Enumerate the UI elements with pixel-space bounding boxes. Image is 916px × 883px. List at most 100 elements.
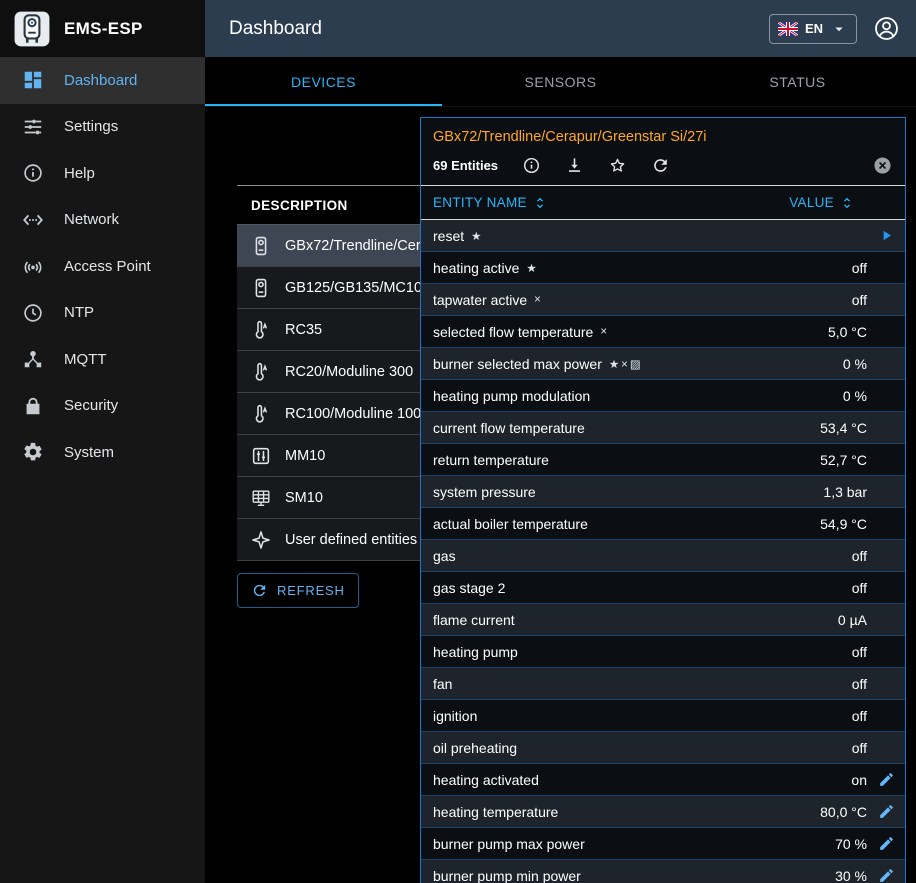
entity-name: heating active <box>433 260 519 276</box>
edit-icon[interactable] <box>867 867 905 883</box>
entity-value: 80,0 °C <box>820 804 867 820</box>
entity-row: actual boiler temperature 54,9 °C <box>421 508 905 540</box>
refresh-button[interactable]: REFRESH <box>237 573 359 608</box>
gear-icon <box>22 441 44 463</box>
download-icon[interactable] <box>565 156 584 175</box>
entity-name: current flow temperature <box>433 420 585 436</box>
entity-value: 1,3 bar <box>823 484 867 500</box>
sidebar-item-network[interactable]: Network <box>0 197 205 244</box>
entity-row: heating activated on <box>421 764 905 796</box>
entity-rows: reset ★ heating active ★ off <box>421 220 905 883</box>
main-area: Dashboard EN DEVICES SENSORS STATUS <box>205 0 916 883</box>
mixer-icon <box>250 445 272 467</box>
entity-name: burner pump min power <box>433 868 581 883</box>
entity-value: off <box>852 548 867 564</box>
value-column-label: VALUE <box>789 195 834 210</box>
app-logo-row: EMS-ESP <box>0 0 205 57</box>
entity-table-header: ENTITY NAME VALUE <box>421 185 905 220</box>
dashboard-icon <box>22 69 44 91</box>
info-icon[interactable] <box>522 156 541 175</box>
sidebar-item-settings[interactable]: Settings <box>0 104 205 151</box>
entity-name: burner selected max power <box>433 356 602 372</box>
tab-label: STATUS <box>769 74 825 90</box>
tab-label: SENSORS <box>525 74 597 90</box>
sidebar-item-label: Access Point <box>64 258 151 275</box>
sidebar-item-help[interactable]: Help <box>0 150 205 197</box>
device-name: RC100/Moduline 1000 <box>285 406 429 422</box>
language-select-button[interactable]: EN <box>769 14 857 44</box>
wifi-tethering-icon <box>22 255 44 277</box>
entity-flags: ★ <box>471 229 483 243</box>
sidebar-item-label: Help <box>64 165 95 182</box>
appbar: Dashboard EN <box>205 0 916 57</box>
tab-status[interactable]: STATUS <box>679 57 916 106</box>
entity-value: 70 % <box>835 836 867 852</box>
entity-value: off <box>852 260 867 276</box>
entity-name: gas <box>433 548 456 564</box>
entity-value: 0 % <box>843 388 867 404</box>
sidebar-item-system[interactable]: System <box>0 429 205 476</box>
tabbar: DEVICES SENSORS STATUS <box>205 57 916 107</box>
entity-name: heating pump <box>433 644 518 660</box>
sort-icon <box>839 195 855 211</box>
device-hub-icon <box>22 348 44 370</box>
entity-value: off <box>852 740 867 756</box>
sidebar-item-ntp[interactable]: NTP <box>0 290 205 337</box>
tune-icon <box>22 116 44 138</box>
entity-row: heating active ★ off <box>421 252 905 284</box>
edit-icon[interactable] <box>867 771 905 788</box>
refresh-icon <box>251 582 268 599</box>
content-area: DESCRIPTION GBx72/Trendline/Cerapur/Gree… <box>205 107 916 883</box>
sort-icon <box>532 195 548 211</box>
sidebar-item-mqtt[interactable]: MQTT <box>0 336 205 383</box>
sidebar-item-label: Settings <box>64 118 118 135</box>
custom-entities-icon <box>250 529 272 551</box>
entity-flags: × <box>534 294 543 306</box>
entity-row: current flow temperature 53,4 °C <box>421 412 905 444</box>
entity-row: ignition off <box>421 700 905 732</box>
tab-sensors[interactable]: SENSORS <box>442 57 679 106</box>
entity-name: reset <box>433 228 464 244</box>
device-name: MM10 <box>285 448 325 464</box>
entity-name: actual boiler temperature <box>433 516 588 532</box>
entity-value: 5,0 °C <box>828 324 867 340</box>
sort-by-value[interactable]: VALUE <box>789 195 855 211</box>
sidebar-item-label: NTP <box>64 304 94 321</box>
entity-value: off <box>852 580 867 596</box>
solar-panel-icon <box>250 487 272 509</box>
tab-label: DEVICES <box>291 74 356 90</box>
star-outline-icon[interactable] <box>608 156 627 175</box>
device-name: RC20/Moduline 300 <box>285 364 413 380</box>
device-name: SM10 <box>285 490 323 506</box>
cancel-icon[interactable] <box>872 155 893 176</box>
sort-by-entity-name[interactable]: ENTITY NAME <box>433 195 548 211</box>
sidebar-item-security[interactable]: Security <box>0 383 205 430</box>
entity-value: 0 % <box>843 356 867 372</box>
refresh-icon[interactable] <box>651 156 670 175</box>
edit-icon[interactable] <box>867 835 905 852</box>
entity-row: reset ★ <box>421 220 905 252</box>
entity-name: return temperature <box>433 452 549 468</box>
lock-icon <box>22 395 44 417</box>
sidebar-item-access-point[interactable]: Access Point <box>0 243 205 290</box>
refresh-button-label: REFRESH <box>277 583 345 598</box>
sidebar-item-label: Network <box>64 211 119 228</box>
entity-value: 54,9 °C <box>820 516 867 532</box>
entity-row: heating pump off <box>421 636 905 668</box>
tab-devices[interactable]: DEVICES <box>205 57 442 106</box>
entity-panel-header: GBx72/Trendline/Cerapur/Greenstar Si/27i… <box>421 118 905 185</box>
entity-row: return temperature 52,7 °C <box>421 444 905 476</box>
entity-value: 0 µA <box>838 612 867 628</box>
entity-value: off <box>852 644 867 660</box>
entity-value: 30 % <box>835 868 867 883</box>
sidebar-item-dashboard[interactable]: Dashboard <box>0 57 205 104</box>
sidebar-item-label: System <box>64 444 114 461</box>
clock-icon <box>22 302 44 324</box>
entity-value: 53,4 °C <box>820 420 867 436</box>
account-icon[interactable] <box>873 15 900 42</box>
entity-row: heating pump modulation 0 % <box>421 380 905 412</box>
entity-name-column-label: ENTITY NAME <box>433 195 527 210</box>
edit-icon[interactable] <box>867 803 905 820</box>
run-icon[interactable] <box>867 227 905 244</box>
flag-en-icon <box>778 22 798 36</box>
